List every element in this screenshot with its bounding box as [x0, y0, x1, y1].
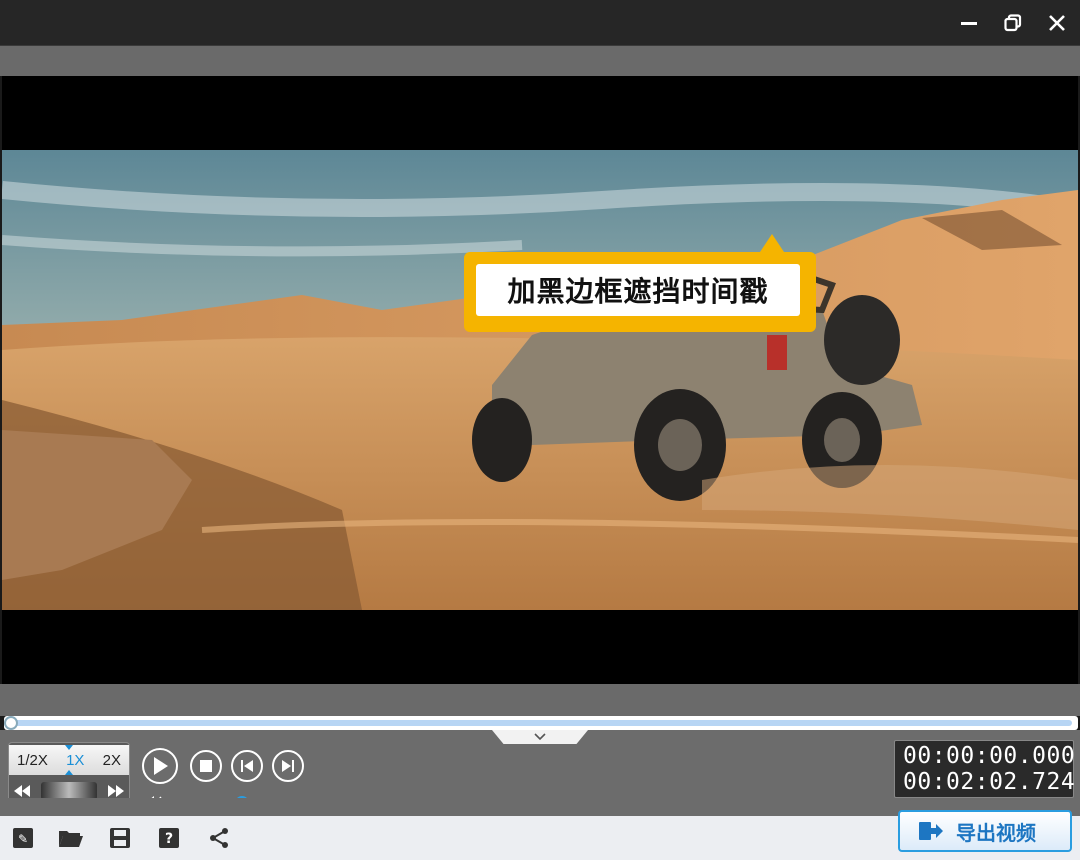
- callout-inner: 加黑边框遮挡时间戳: [476, 264, 800, 316]
- top-strip: [0, 46, 1080, 76]
- play-icon: [154, 757, 168, 775]
- collapse-toggle[interactable]: [492, 730, 588, 744]
- timeline-slider[interactable]: [4, 716, 1078, 730]
- caption-callout: 加黑边框遮挡时间戳: [464, 234, 816, 332]
- svg-text:?: ?: [165, 831, 173, 847]
- speed-marker-top: [65, 745, 73, 750]
- rewind-icon[interactable]: [13, 784, 31, 798]
- current-time: 00:00:00.000: [903, 743, 1076, 769]
- save-icon[interactable]: [107, 825, 133, 851]
- speed-half-option[interactable]: 1/2X: [17, 752, 48, 769]
- callout-pointer: [760, 234, 784, 252]
- speed-control: 1/2X 1X 2X: [8, 742, 130, 804]
- export-video-button[interactable]: 导出视频: [898, 810, 1072, 852]
- speed-options: 1/2X 1X 2X: [9, 745, 129, 775]
- svg-text:✎: ✎: [18, 832, 28, 846]
- speed-marker-bottom: [65, 770, 73, 775]
- minimize-icon[interactable]: [952, 8, 986, 38]
- desert-scene-image: [2, 150, 1078, 610]
- speed-double-option[interactable]: 2X: [103, 752, 121, 769]
- control-panel-tab: [0, 798, 300, 816]
- lower-strip: [0, 684, 1080, 716]
- stop-button[interactable]: [190, 750, 222, 782]
- help-icon[interactable]: ?: [156, 825, 182, 851]
- previous-frame-icon: [241, 760, 253, 772]
- callout-border: 加黑边框遮挡时间戳: [464, 252, 816, 332]
- restore-icon[interactable]: [996, 8, 1030, 38]
- speed-normal-option[interactable]: 1X: [66, 752, 84, 769]
- video-preview[interactable]: 加黑边框遮挡时间戳: [2, 76, 1078, 684]
- timecode-display: 00:00:00.000 00:02:02.724: [894, 740, 1076, 798]
- timeline-handle[interactable]: [4, 716, 18, 730]
- overlay-caption: 加黑边框遮挡时间戳: [507, 275, 769, 308]
- export-icon: [919, 822, 943, 840]
- chevron-down-icon: [534, 733, 546, 741]
- total-duration: 00:02:02.724: [903, 769, 1076, 795]
- play-button[interactable]: [142, 748, 178, 784]
- share-icon[interactable]: [206, 825, 232, 851]
- close-icon[interactable]: [1040, 8, 1074, 38]
- previous-frame-button[interactable]: [231, 750, 263, 782]
- folder-open-icon[interactable]: [58, 825, 84, 851]
- edit-icon[interactable]: ✎: [10, 825, 36, 851]
- stop-icon: [200, 760, 212, 772]
- next-frame-icon: [282, 760, 294, 772]
- timeline-track[interactable]: [10, 720, 1072, 726]
- next-frame-button[interactable]: [272, 750, 304, 782]
- title-bar: [0, 0, 1080, 46]
- export-video-label: 导出视频: [956, 820, 1036, 845]
- fast-forward-icon[interactable]: [107, 784, 125, 798]
